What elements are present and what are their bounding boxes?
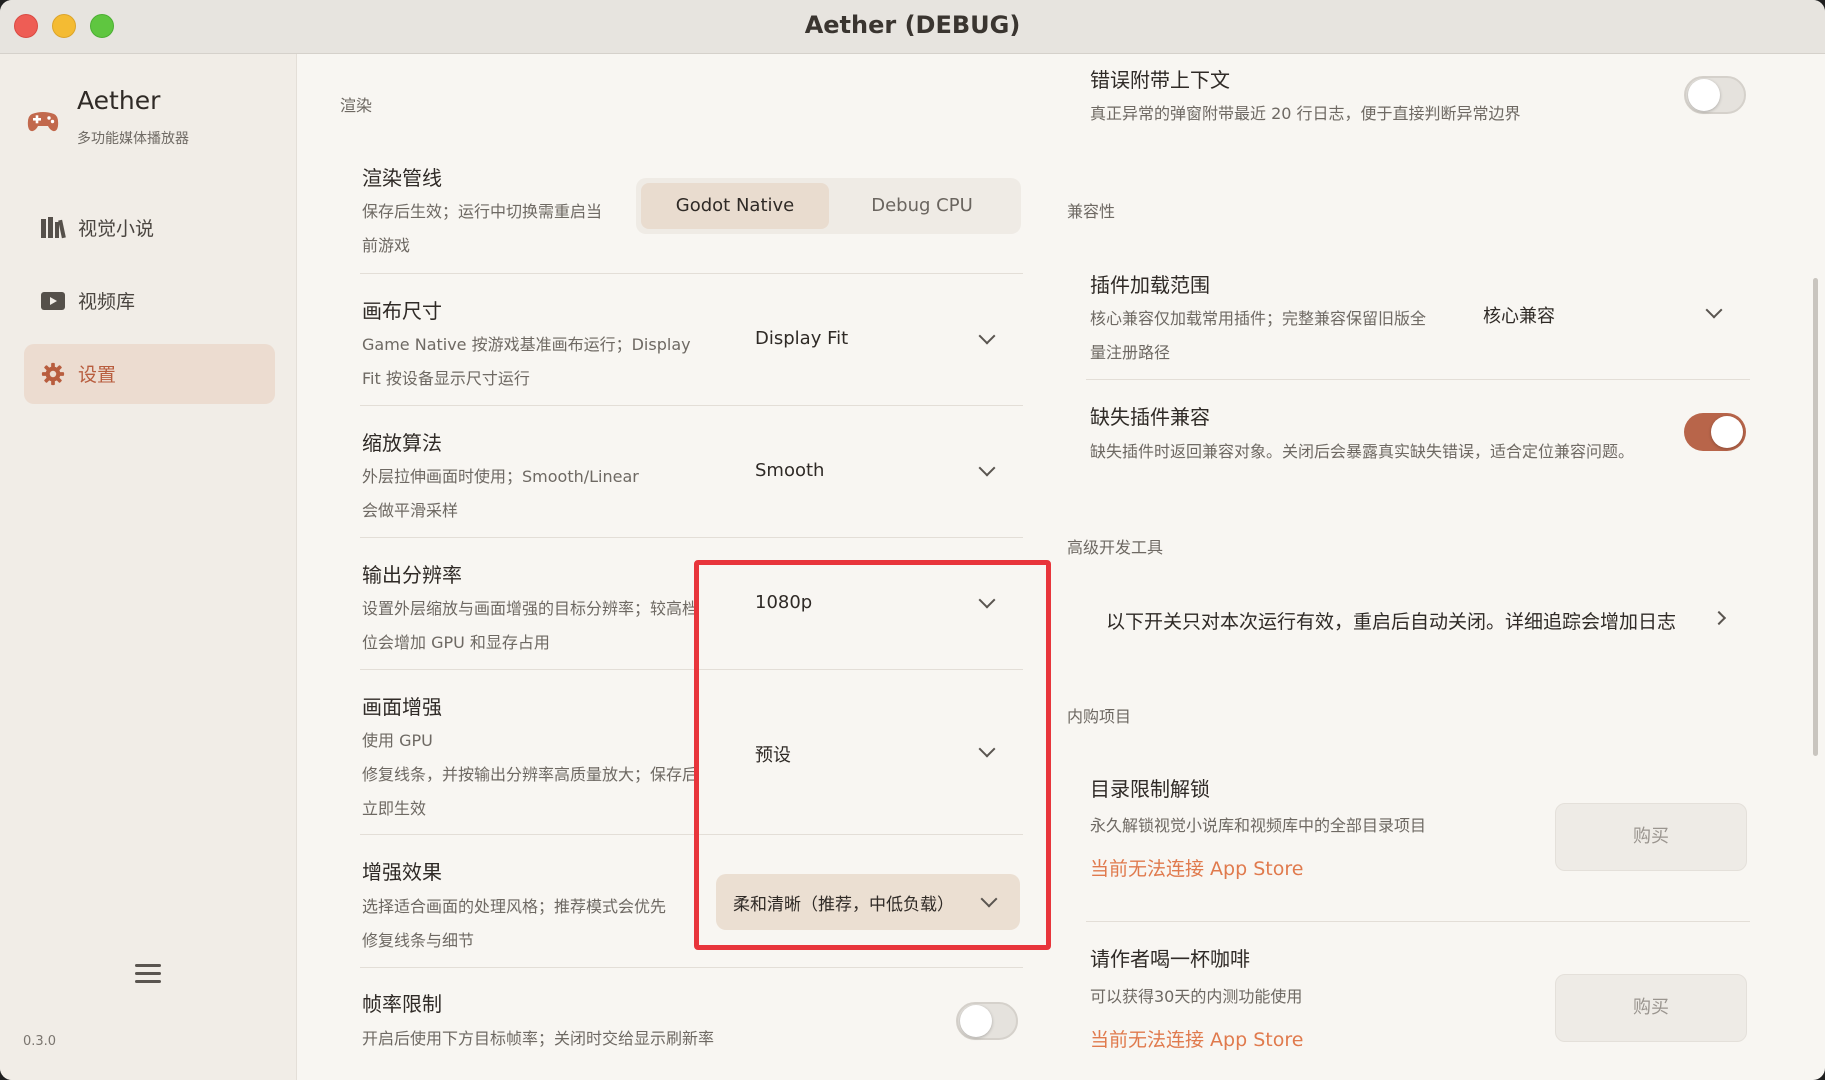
row-title-enhance: 画面增强: [362, 695, 442, 719]
section-label-render: 渲染: [340, 96, 373, 115]
divider: [360, 537, 1023, 538]
row-desc-error-context: 真正异常的弹窗附带最近 20 行日志，便于直接判断异常边界: [1090, 104, 1521, 123]
section-label-compat: 兼容性: [1067, 202, 1116, 221]
plugin-scope-select[interactable]: 核心兼容: [1470, 294, 1732, 334]
highlight-box: [694, 560, 1051, 950]
buy-unlock-button[interactable]: 购买: [1555, 803, 1747, 871]
row-desc-plugin-scope-2: 量注册路径: [1090, 343, 1171, 362]
row-desc-plugin-scope-1: 核心兼容仅加载常用插件；完整兼容保留旧版全: [1090, 309, 1427, 328]
row-desc-canvas-1: Game Native 按游戏基准画布运行；Display: [362, 335, 691, 354]
row-title-canvas: 画布尺寸: [362, 299, 442, 323]
canvas-size-select[interactable]: Display Fit: [740, 320, 1010, 360]
scaling-select[interactable]: Smooth: [740, 452, 1010, 492]
divider: [360, 967, 1023, 968]
sidebar-item-label: 视觉小说: [78, 218, 155, 240]
chevron-down-icon: [978, 459, 996, 477]
row-title-plugin-scope: 插件加载范围: [1090, 273, 1210, 297]
row-desc-framerate: 开启后使用下方目标帧率；关闭时交给显示刷新率: [362, 1029, 715, 1048]
row-title-scaling: 缩放算法: [362, 431, 442, 455]
app-window: Aether (DEBUG) Aether 多功能媒体播放器 视觉小说 视频库 …: [0, 0, 1825, 1080]
segment-debug-cpu[interactable]: Debug CPU: [828, 183, 1016, 229]
gear-icon: [41, 362, 65, 386]
row-desc-pipeline-1: 保存后生效；运行中切换需重启当: [362, 202, 603, 221]
row-title-coffee: 请作者喝一杯咖啡: [1090, 947, 1250, 971]
coffee-store-warning: 当前无法连接 App Store: [1090, 1029, 1304, 1051]
divider: [1086, 379, 1750, 380]
row-desc-enhance-2: 修复线条，并按输出分辨率高质量放大；保存后: [362, 765, 699, 784]
devtools-text: 以下开关只对本次运行有效，重启后自动关闭。详细追踪会增加日志: [1106, 611, 1677, 633]
row-title-missing-plugin: 缺失插件兼容: [1090, 405, 1210, 429]
books-icon: [41, 217, 66, 239]
row-desc-pipeline-2: 前游戏: [362, 236, 411, 255]
row-desc-enhance-3: 立即生效: [362, 799, 427, 818]
hamburger-menu-icon[interactable]: [135, 964, 161, 986]
row-desc-effect-1: 选择适合画面的处理风格；推荐模式会优先: [362, 897, 667, 916]
window-title: Aether (DEBUG): [804, 11, 1021, 39]
sidebar-item-label: 视频库: [78, 291, 136, 313]
divider: [360, 405, 1023, 406]
row-desc-canvas-2: Fit 按设备显示尺寸运行: [362, 369, 530, 388]
video-icon: [41, 292, 65, 310]
sidebar-item-visual-novels[interactable]: 视觉小说: [24, 198, 275, 258]
toggle-knob: [1711, 416, 1743, 448]
pipeline-segmented-control: Godot Native Debug CPU: [636, 178, 1021, 234]
error-context-toggle[interactable]: [1684, 76, 1746, 114]
sidebar-item-label: 设置: [78, 364, 117, 386]
row-title-pipeline: 渲染管线: [362, 166, 442, 190]
row-desc-scaling-1: 外层拉伸画面时使用；Smooth/Linear: [362, 467, 639, 486]
missing-plugin-toggle[interactable]: [1684, 413, 1746, 451]
chevron-down-icon: [978, 327, 996, 345]
canvas-size-value: Display Fit: [755, 328, 849, 349]
app-version: 0.3.0: [23, 1034, 57, 1049]
unlock-store-warning: 当前无法连接 App Store: [1090, 858, 1304, 880]
buy-coffee-button[interactable]: 购买: [1555, 974, 1747, 1042]
sidebar: Aether 多功能媒体播放器 视觉小说 视频库 设置 0.3.0: [0, 54, 297, 1080]
toggle-knob: [1688, 79, 1720, 111]
row-title-unlock: 目录限制解锁: [1090, 777, 1210, 801]
segment-godot-native[interactable]: Godot Native: [641, 183, 829, 229]
row-desc-missing-plugin: 缺失插件时返回兼容对象。关闭后会暴露真实缺失错误，适合定位兼容问题。: [1090, 442, 1635, 461]
row-desc-coffee: 可以获得30天的内测功能使用: [1090, 987, 1303, 1006]
section-label-iap: 内购项目: [1067, 707, 1132, 726]
app-name: Aether: [77, 86, 161, 115]
scaling-value: Smooth: [755, 460, 825, 481]
sidebar-item-settings[interactable]: 设置: [24, 344, 275, 404]
row-desc-enhance-1: 使用 GPU: [362, 731, 433, 750]
app-subtitle: 多功能媒体播放器: [77, 131, 189, 147]
toggle-knob: [960, 1005, 992, 1037]
divider: [360, 273, 1023, 274]
vertical-scrollbar[interactable]: [1813, 278, 1818, 756]
chevron-down-icon: [1705, 301, 1723, 319]
sidebar-item-video-library[interactable]: 视频库: [24, 271, 275, 331]
row-desc-unlock: 永久解锁视觉小说库和视频库中的全部目录项目: [1090, 816, 1427, 835]
row-title-error-context: 错误附带上下文: [1090, 68, 1230, 92]
row-desc-resolution-1: 设置外层缩放与画面增强的目标分辨率；较高档: [362, 599, 699, 618]
row-desc-effect-2: 修复线条与细节: [362, 931, 475, 950]
row-title-effect: 增强效果: [362, 860, 442, 884]
row-title-framerate: 帧率限制: [362, 992, 442, 1016]
chevron-right-icon: [1711, 610, 1727, 626]
divider: [1086, 921, 1750, 922]
section-label-devtools: 高级开发工具: [1067, 538, 1164, 557]
framerate-limit-toggle[interactable]: [956, 1002, 1018, 1040]
row-desc-resolution-2: 位会增加 GPU 和显存占用: [362, 633, 550, 652]
devtools-row[interactable]: 以下开关只对本次运行有效，重启后自动关闭。详细追踪会增加日志: [1086, 595, 1750, 643]
row-title-resolution: 输出分辨率: [362, 563, 462, 587]
row-desc-scaling-2: 会做平滑采样: [362, 501, 459, 520]
plugin-scope-value: 核心兼容: [1483, 306, 1555, 327]
gamepad-icon: [27, 112, 59, 132]
title-bar: Aether (DEBUG): [0, 0, 1825, 54]
